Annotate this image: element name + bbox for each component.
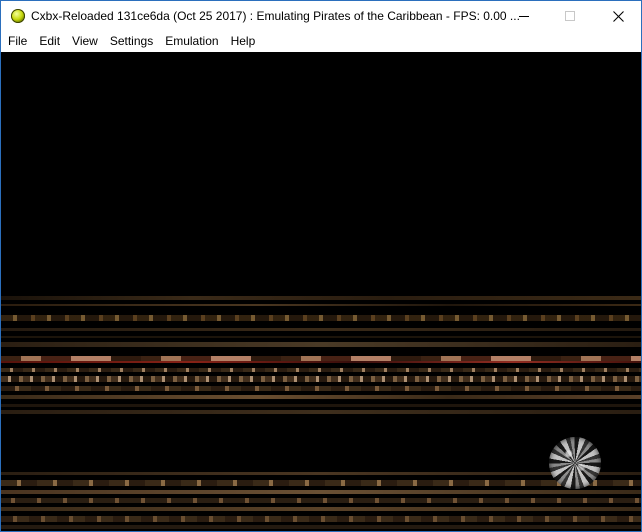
render-streak — [1, 404, 641, 407]
minimize-button[interactable] — [501, 1, 547, 31]
cxbx-app-icon[interactable] — [11, 9, 25, 23]
menu-bar: File Edit View Settings Emulation Help — [1, 31, 641, 51]
menu-view[interactable]: View — [66, 31, 104, 51]
render-streak — [1, 516, 641, 522]
menu-edit[interactable]: Edit — [33, 31, 66, 51]
render-streak — [1, 507, 641, 511]
render-streak — [1, 361, 641, 363]
render-streak — [1, 342, 641, 347]
close-icon — [612, 10, 624, 22]
menu-emulation[interactable]: Emulation — [159, 31, 224, 51]
render-streak — [1, 472, 641, 475]
window-title: Cxbx-Reloaded 131ce6da (Oct 25 2017) : E… — [31, 9, 520, 23]
maximize-icon — [565, 11, 575, 21]
render-streak — [1, 386, 641, 391]
render-streak — [1, 328, 641, 331]
render-streak — [1, 498, 641, 503]
render-streak — [1, 525, 641, 529]
render-streak — [1, 490, 641, 494]
emulator-window: Cxbx-Reloaded 131ce6da (Oct 25 2017) : E… — [0, 0, 642, 532]
spinning-disc-icon — [549, 437, 601, 489]
render-streak — [1, 304, 641, 306]
render-streak — [1, 368, 641, 372]
render-streak — [1, 376, 641, 382]
render-streak — [1, 336, 641, 338]
render-streak — [1, 315, 641, 321]
menu-help[interactable]: Help — [225, 31, 262, 51]
render-streak — [1, 480, 641, 486]
title-bar[interactable]: Cxbx-Reloaded 131ce6da (Oct 25 2017) : E… — [1, 1, 641, 31]
render-streak — [1, 410, 641, 414]
menu-file[interactable]: File — [1, 31, 33, 51]
render-streak — [1, 296, 641, 300]
close-button[interactable] — [595, 1, 641, 31]
minimize-icon — [519, 16, 529, 17]
render-streak — [1, 395, 641, 399]
game-render-viewport[interactable] — [1, 52, 641, 531]
menu-settings[interactable]: Settings — [104, 31, 159, 51]
maximize-button[interactable] — [547, 1, 593, 31]
